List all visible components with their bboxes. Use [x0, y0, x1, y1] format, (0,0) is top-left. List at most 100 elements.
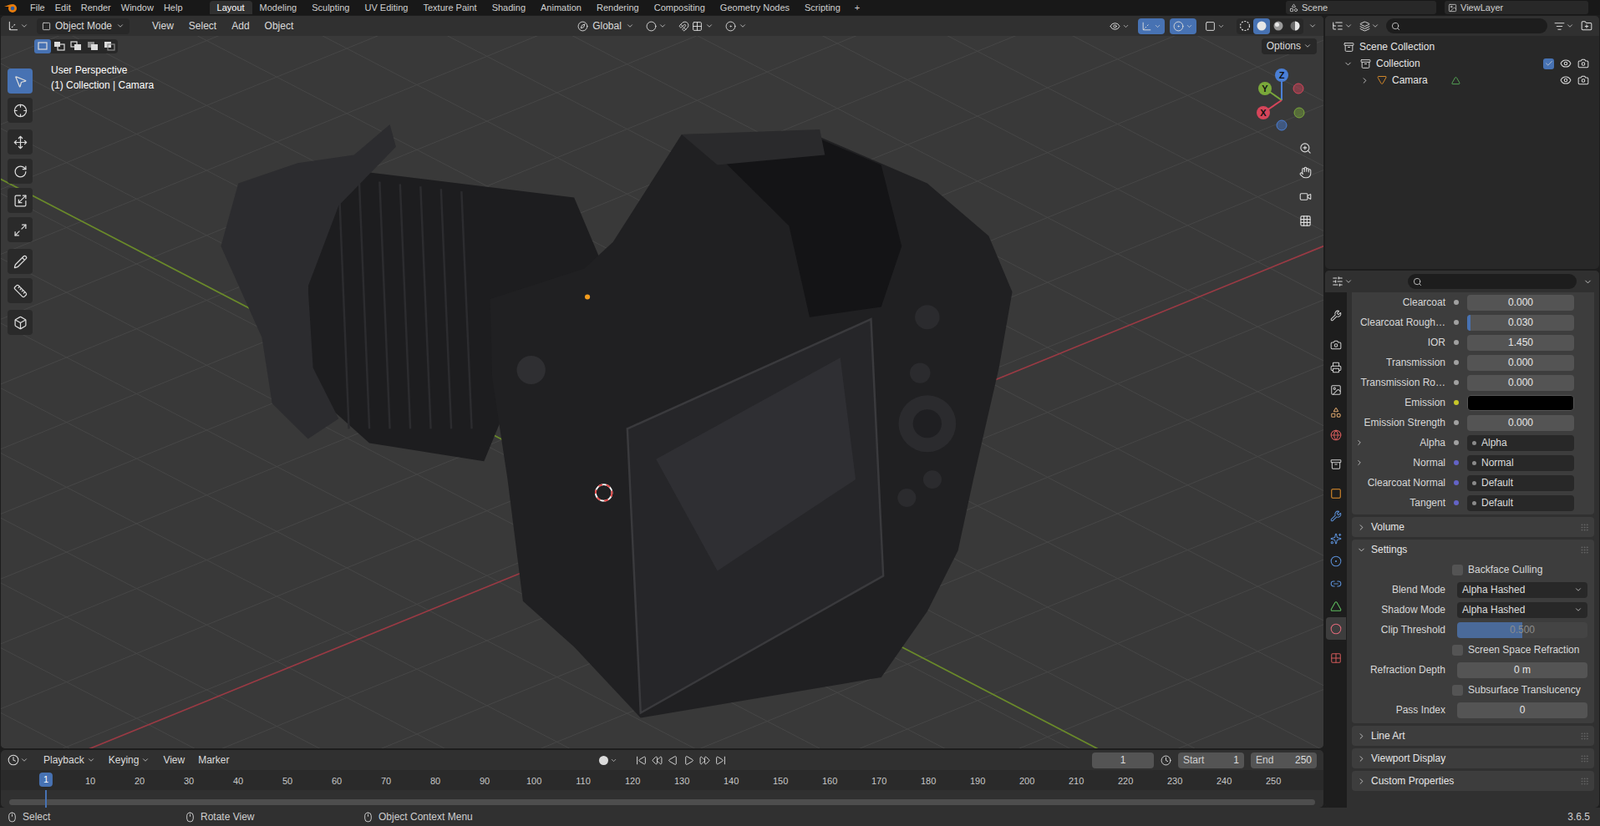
tool-button[interactable]	[7, 187, 33, 214]
add-workspace-button[interactable]: +	[848, 0, 867, 15]
current-frame-field[interactable]: 1	[1092, 752, 1154, 769]
properties-tab[interactable]	[1325, 355, 1347, 379]
link-field[interactable]: Default	[1467, 475, 1575, 492]
scene-selector[interactable]: Scene	[1285, 0, 1437, 15]
viewport[interactable]: Object ModeViewSelectAddObjectGlobalOpti…	[0, 15, 1324, 749]
tool-button[interactable]	[7, 309, 33, 336]
chevron-down-icon[interactable]	[1583, 277, 1593, 287]
snap-toggle[interactable]	[678, 20, 714, 32]
shading-mode-button[interactable]	[1269, 18, 1287, 35]
scene-canvas[interactable]	[0, 15, 1324, 749]
timeline-menu[interactable]: Marker	[193, 752, 234, 768]
properties-tab[interactable]	[1325, 646, 1347, 670]
shading-mode-button[interactable]	[1253, 18, 1270, 35]
jump-start-icon[interactable]	[635, 755, 647, 767]
select-mode-button[interactable]	[34, 39, 51, 54]
tool-button[interactable]	[7, 129, 33, 155]
timeline-track[interactable]	[0, 790, 1324, 808]
properties-search[interactable]	[1407, 274, 1577, 290]
timeline-menu[interactable]: Keying	[103, 752, 156, 768]
navigation-gizmo[interactable]: ZYX	[1248, 66, 1316, 135]
workspace-tab[interactable]: Animation	[533, 0, 590, 15]
outliner-row[interactable]: Scene Collection	[1325, 38, 1600, 56]
properties-tab[interactable]	[1325, 378, 1347, 402]
menu-item[interactable]: Edit	[50, 0, 77, 15]
tool-button[interactable]	[7, 278, 33, 304]
workspace-tab[interactable]: Scripting	[797, 0, 849, 15]
dropdown-field[interactable]: Alpha Hashed	[1457, 602, 1588, 619]
next-keyframe-icon[interactable]	[699, 755, 711, 767]
outliner-row[interactable]: Collection	[1325, 55, 1600, 72]
timeline-ruler[interactable]: 1020304050607080901001101201301401501601…	[0, 770, 1324, 791]
viewport-menu[interactable]: Add	[223, 18, 257, 34]
properties-tab[interactable]	[1325, 333, 1347, 356]
tool-button[interactable]	[7, 97, 33, 123]
number-field[interactable]: 0.000	[1467, 415, 1575, 432]
number-field[interactable]: 0 m	[1457, 662, 1588, 679]
select-mode-button[interactable]	[50, 39, 68, 54]
tool-button[interactable]	[7, 158, 33, 184]
slider-field[interactable]: 0.000	[1467, 355, 1575, 371]
orientation-dropdown[interactable]: Global	[577, 18, 635, 34]
workspace-tab[interactable]: Modeling	[252, 0, 305, 15]
viewport-menu[interactable]: Select	[181, 18, 224, 34]
checkbox-label[interactable]: Screen Space Refraction	[1467, 642, 1580, 658]
workspace-tab[interactable]: Layout	[209, 0, 253, 15]
playhead-label[interactable]: 1	[39, 772, 53, 788]
panel-header[interactable]: Settings	[1351, 539, 1595, 560]
viewport-menu[interactable]: View	[144, 18, 182, 34]
timeline-menu[interactable]: Playback	[38, 752, 101, 768]
number-field[interactable]: 0	[1457, 702, 1588, 719]
expand-icon[interactable]	[1355, 458, 1364, 468]
render-visibility-icon[interactable]	[1577, 74, 1590, 87]
workspace-tab[interactable]: Rendering	[589, 0, 647, 15]
3d-cursor-icon[interactable]	[595, 484, 613, 501]
visibility-icon[interactable]	[1559, 74, 1572, 87]
select-mode-button[interactable]	[84, 39, 102, 54]
options-dropdown[interactable]: Options	[1261, 38, 1317, 55]
timeline-scrollbar[interactable]	[9, 799, 1316, 806]
checkbox[interactable]	[1452, 685, 1463, 696]
jump-end-icon[interactable]	[715, 755, 727, 767]
timeline-menu[interactable]: View	[157, 752, 190, 768]
previous-keyframe-icon[interactable]	[651, 755, 663, 767]
viewport-toggle[interactable]	[1137, 18, 1165, 35]
workspace-tab[interactable]: Geometry Nodes	[712, 0, 798, 15]
slider-field[interactable]: 0.000	[1467, 375, 1575, 392]
preview-range-icon[interactable]	[1160, 755, 1172, 767]
proportional-toggle[interactable]	[725, 20, 747, 32]
number-field[interactable]: 1.450	[1467, 335, 1575, 351]
slider-field[interactable]: 0.030	[1467, 314, 1575, 331]
panel-header[interactable]: Custom Properties	[1351, 771, 1595, 792]
end-frame-field[interactable]: End250	[1250, 752, 1317, 769]
menu-item[interactable]: Render	[76, 0, 117, 15]
render-visibility-icon[interactable]	[1577, 57, 1590, 70]
properties-tab[interactable]	[1325, 549, 1347, 573]
panel-header[interactable]: Line Art	[1351, 726, 1595, 747]
navigation-button[interactable]	[1293, 208, 1317, 233]
navigation-button[interactable]	[1293, 136, 1317, 160]
editor-type-button[interactable]	[7, 20, 29, 32]
navigation-button[interactable]	[1293, 184, 1317, 209]
navigation-button[interactable]	[1293, 160, 1317, 184]
properties-tab[interactable]	[1325, 504, 1347, 528]
properties-tab[interactable]	[1325, 401, 1347, 424]
viewport-toggle[interactable]	[1106, 18, 1133, 35]
select-mode-button[interactable]	[67, 39, 85, 54]
menu-item[interactable]: File	[25, 0, 51, 15]
menu-item[interactable]: Window	[116, 0, 159, 15]
expand-icon[interactable]	[1355, 438, 1364, 447]
properties-tab[interactable]	[1325, 452, 1347, 476]
properties-tab[interactable]	[1325, 617, 1347, 640]
properties-tab[interactable]	[1325, 423, 1347, 447]
link-field[interactable]: Alpha	[1467, 435, 1575, 452]
workspace-tab[interactable]: UV Editing	[356, 0, 416, 15]
editor-type-button[interactable]	[1331, 20, 1353, 32]
viewport-toggle[interactable]	[1201, 18, 1229, 35]
filter-button[interactable]	[1554, 20, 1575, 32]
checkbox[interactable]	[1452, 564, 1463, 576]
start-frame-field[interactable]: Start1	[1178, 752, 1245, 769]
outliner-search[interactable]	[1386, 18, 1548, 34]
viewport-menu[interactable]: Object	[257, 18, 302, 34]
properties-tab[interactable]	[1325, 304, 1347, 327]
